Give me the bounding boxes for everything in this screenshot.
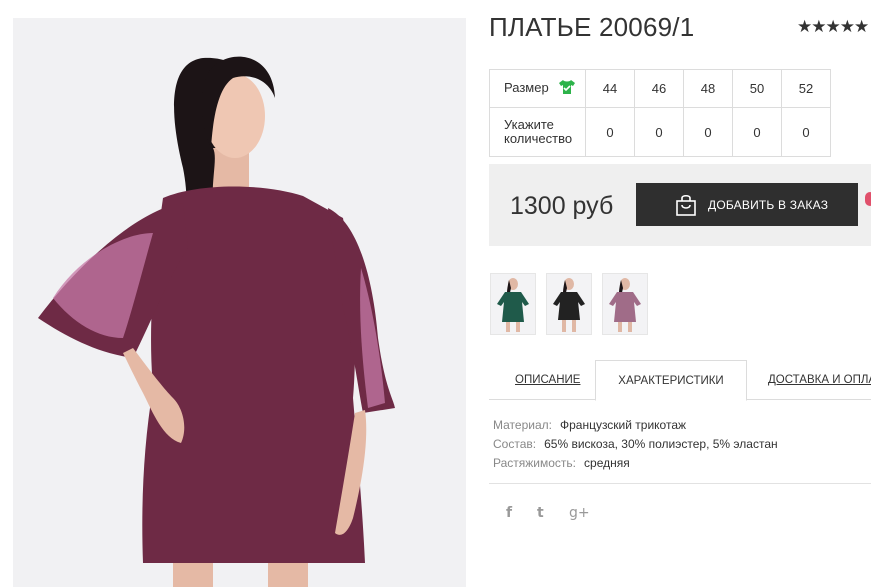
product-main-image[interactable] (13, 18, 466, 587)
shopping-bag-icon (674, 193, 698, 217)
tab-description[interactable]: ОПИСАНИЕ (515, 360, 580, 400)
add-to-order-button[interactable]: ДОБАВИТЬ В ЗАКАЗ (636, 183, 858, 226)
thumbnail-plum-dress[interactable] (602, 273, 648, 335)
characteristic-key: Состав: (493, 437, 537, 451)
social-divider (489, 483, 871, 484)
quantity-input-48[interactable]: 0 (683, 107, 733, 157)
thumbnail-green-dress[interactable] (490, 273, 536, 335)
quantity-input-50[interactable]: 0 (732, 107, 782, 157)
size-chart-shirt-icon[interactable] (558, 79, 576, 98)
quantity-label-cell: Укажите количество (489, 107, 586, 157)
characteristic-value: 65% вискоза, 30% полиэстер, 5% эластан (544, 437, 778, 451)
characteristics-list: Материал: Французский трикотаж Состав: 65%… (493, 416, 778, 473)
side-widget-tab[interactable] (865, 192, 871, 206)
characteristic-row: Состав: 65% вискоза, 30% полиэстер, 5% эл… (493, 435, 778, 454)
rating-stars-icon[interactable]: ★★★★★ (797, 17, 869, 37)
quantity-label-line2: количество (504, 131, 573, 146)
size-44: 44 (585, 69, 635, 108)
product-tabs: ОПИСАНИЕ ХАРАКТЕРИСТИКИ ДОСТАВКА И ОПЛАТ (489, 360, 871, 401)
characteristic-key: Растяжимость: (493, 456, 577, 470)
size-52: 52 (781, 69, 831, 108)
googleplus-icon[interactable]: g+ (569, 505, 590, 521)
size-46: 46 (634, 69, 684, 108)
quantity-input-46[interactable]: 0 (634, 107, 684, 157)
size-48: 48 (683, 69, 733, 108)
characteristic-value: средняя (584, 456, 630, 470)
add-to-order-label: ДОБАВИТЬ В ЗАКАЗ (708, 197, 829, 212)
characteristic-value: Французский трикотаж (559, 418, 687, 432)
price-panel: 1300 руб ДОБАВИТЬ В ЗАКАЗ (489, 164, 871, 246)
quantity-input-44[interactable]: 0 (585, 107, 635, 157)
thumbnail-black-dress[interactable] (546, 273, 592, 335)
facebook-icon[interactable]: f (506, 505, 512, 521)
tab-delivery-payment[interactable]: ДОСТАВКА И ОПЛАТ (768, 360, 871, 400)
quantity-input-52[interactable]: 0 (781, 107, 831, 157)
quantity-label-line1: Укажите (504, 117, 554, 132)
product-price: 1300 руб (510, 192, 614, 220)
characteristic-row: Материал: Французский трикотаж (493, 416, 778, 435)
size-50: 50 (732, 69, 782, 108)
size-label: Размер (504, 79, 549, 95)
characteristic-key: Материал: (493, 418, 552, 432)
characteristic-row: Растяжимость: средняя (493, 454, 778, 473)
twitter-icon[interactable]: t (537, 505, 544, 521)
size-label-cell: Размер (489, 69, 586, 108)
size-quantity-table: Размер 44 46 48 50 52 Укажите количество… (489, 69, 831, 157)
tab-characteristics[interactable]: ХАРАКТЕРИСТИКИ (595, 360, 747, 401)
product-title: ПЛАТЬЕ 20069/1 (489, 12, 695, 42)
